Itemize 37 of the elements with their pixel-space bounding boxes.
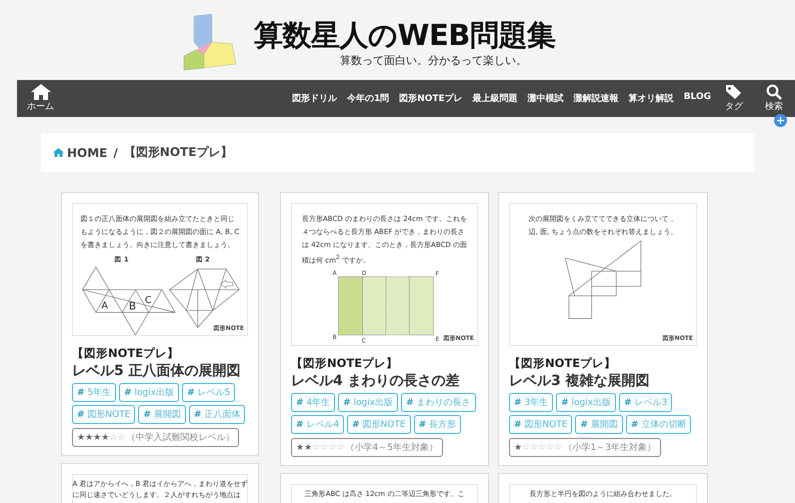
nav-link[interactable]: 灘中模試: [528, 92, 564, 105]
home-icon: [53, 148, 64, 157]
level-label: （小学4～5年生対象）: [345, 442, 438, 454]
level-label: （中学入試難関校レベル）: [126, 432, 234, 444]
article-title[interactable]: レベル5 正八面体の展開図: [72, 362, 248, 380]
star-rating: ★★☆☆☆☆: [296, 442, 344, 452]
site-title[interactable]: 算数星人のWEB問題集: [254, 16, 556, 56]
search-icon: [766, 84, 782, 100]
tag-button[interactable]: タグ: [725, 84, 743, 113]
face-letter: B: [128, 300, 136, 313]
nav-link[interactable]: 灘解説速報: [574, 92, 619, 105]
level-label: （小学1～3年生対象）: [563, 442, 656, 454]
home-icon: [30, 84, 50, 100]
article-card[interactable]: [280, 192, 489, 466]
category-label: 【図形NOTEプレ】: [291, 356, 400, 371]
arrow-icon: [220, 280, 233, 288]
site-tagline: 算数って面白い。分かるって楽しい。: [340, 53, 527, 68]
nav-link[interactable]: 図形ドリル: [292, 92, 337, 105]
article-title[interactable]: レベル4 まわりの長さの差: [291, 372, 478, 390]
nav-link[interactable]: 最上級問題: [472, 92, 518, 105]
star-rating: ★★★★☆☆: [77, 432, 126, 442]
face-letter: C: [144, 294, 152, 306]
star-rating: ★☆☆☆☆☆: [514, 442, 562, 452]
nav-link[interactable]: 算オリ解説: [628, 92, 674, 105]
home-link[interactable]: HOME: [53, 146, 108, 160]
nav-link[interactable]: BLOG: [684, 92, 711, 105]
category-label: 【図形NOTEプレ】: [72, 346, 180, 361]
search-button[interactable]: 検索: [765, 84, 783, 113]
nav-link[interactable]: 今年の1問: [346, 92, 390, 105]
article-title[interactable]: レベル3 複雑な展開図: [509, 372, 697, 390]
breadcrumb-separator: /: [113, 146, 118, 160]
nav-link[interactable]: 図形NOTEプレ: [399, 92, 463, 105]
breadcrumb-current: 【図形NOTEプレ】: [124, 144, 232, 161]
category-label: 【図形NOTEプレ】: [509, 356, 618, 371]
home-button[interactable]: ホーム: [27, 84, 54, 113]
face-letter: A: [102, 300, 108, 312]
tag-icon: [725, 84, 743, 100]
